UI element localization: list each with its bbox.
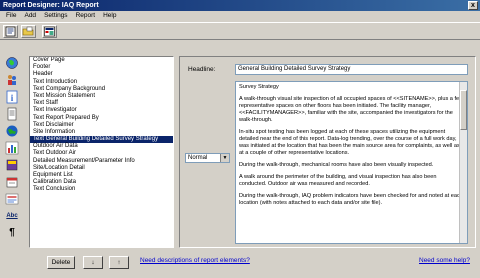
- list-item[interactable]: Outdoor Air Data: [30, 143, 173, 150]
- style-select[interactable]: Normal ▼: [185, 153, 230, 163]
- help-link[interactable]: Need some help?: [419, 257, 470, 264]
- body-paragraph: A walk-through visual site inspection of…: [239, 96, 464, 123]
- list-item[interactable]: Text Outdoor Air: [30, 150, 173, 157]
- list-item[interactable]: Header: [30, 71, 173, 78]
- globe-icon[interactable]: [4, 55, 20, 70]
- headline-label: Headline:: [188, 66, 216, 73]
- element-details-panel: Headline: General Building Detailed Surv…: [179, 56, 476, 248]
- element-type-icons: i Abc ¶: [4, 55, 20, 242]
- body-paragraph: A walk around the perimeter of the build…: [239, 174, 437, 187]
- report-icon[interactable]: [3, 25, 18, 38]
- delete-button[interactable]: Delete: [47, 256, 75, 269]
- element-body-content: Survey Strategy A walk-through visual sit…: [239, 84, 464, 207]
- list-item[interactable]: Text Mission Statement: [30, 93, 173, 100]
- list-item[interactable]: Text Investigator: [30, 107, 173, 114]
- spelling-icon[interactable]: Abc: [4, 208, 20, 223]
- document-icon[interactable]: [4, 106, 20, 121]
- list-item[interactable]: Text Conclusion: [30, 186, 173, 193]
- element-body-textarea[interactable]: Survey Strategy A walk-through visual sit…: [235, 81, 468, 244]
- list-item[interactable]: Text General Building Detailed Survey St…: [30, 136, 173, 144]
- menu-report[interactable]: Report: [72, 11, 100, 21]
- body-paragraph: Survey Strategy: [239, 84, 279, 90]
- element-descriptions-link[interactable]: Need descriptions of report elements?: [140, 257, 250, 264]
- list-item[interactable]: Text Company Background: [30, 86, 173, 93]
- menu-help[interactable]: Help: [99, 11, 120, 21]
- list-item[interactable]: Cover Page: [30, 57, 173, 64]
- list-item[interactable]: Site Information: [30, 129, 173, 136]
- body-paragraph: During the walk-through, IAQ problem ind…: [239, 193, 463, 206]
- list-item[interactable]: Detailed Measurement/Parameter Info: [30, 158, 173, 165]
- title-bar: Report Designer: IAQ Report x: [0, 0, 480, 11]
- list-item[interactable]: Text Report Prepared By: [30, 115, 173, 122]
- list-item[interactable]: Site/Location Detail: [30, 165, 173, 172]
- menu-add[interactable]: Add: [20, 11, 40, 21]
- report-elements-list[interactable]: Cover Page Footer Header Text Introduction T…: [29, 56, 174, 248]
- body-paragraph: In-situ spot testing has been logged at …: [239, 129, 460, 156]
- chart-icon[interactable]: [4, 140, 20, 155]
- list-item[interactable]: Text Staff: [30, 100, 173, 107]
- move-down-button[interactable]: ↓: [83, 256, 103, 269]
- menu-file[interactable]: File: [2, 11, 20, 21]
- people-icon[interactable]: [4, 72, 20, 87]
- menu-settings[interactable]: Settings: [40, 11, 72, 21]
- preview-icon[interactable]: [42, 25, 57, 38]
- spelling-icon-label: Abc: [6, 212, 18, 219]
- report-designer-window: Report Designer: IAQ Report x File Add S…: [0, 0, 480, 278]
- open-folder-icon[interactable]: [21, 25, 36, 38]
- book-icon[interactable]: [4, 157, 20, 172]
- list-item[interactable]: Equipment List: [30, 172, 173, 179]
- scrollbar-thumb[interactable]: [460, 90, 467, 130]
- toolbar: [0, 22, 480, 40]
- style-select-value: Normal: [188, 155, 208, 161]
- list-item[interactable]: Footer: [30, 64, 173, 71]
- body-paragraph: During the walk-through, mechanical room…: [239, 162, 434, 168]
- menu-bar: File Add Settings Report Help: [0, 11, 480, 21]
- paragraph-icon[interactable]: ¶: [4, 225, 20, 240]
- info-icon[interactable]: i: [4, 89, 20, 104]
- heading-icon[interactable]: [4, 191, 20, 206]
- world-icon[interactable]: [4, 123, 20, 138]
- window-title: Report Designer: IAQ Report: [3, 2, 99, 9]
- headline-input[interactable]: General Building Detailed Survey Strateg…: [235, 64, 468, 75]
- list-item[interactable]: Text Disclaimer: [30, 122, 173, 129]
- close-button[interactable]: x: [468, 1, 478, 10]
- vertical-scrollbar[interactable]: [459, 82, 467, 243]
- paragraph-icon-label: ¶: [9, 227, 15, 238]
- chevron-down-icon[interactable]: ▼: [220, 154, 229, 162]
- bottom-bar: Delete ↓ ↑ Need descriptions of report e…: [0, 252, 480, 278]
- calendar-icon[interactable]: [4, 174, 20, 189]
- list-item[interactable]: Calibration Data: [30, 179, 173, 186]
- move-up-button[interactable]: ↑: [109, 256, 129, 269]
- list-item[interactable]: Text Introduction: [30, 79, 173, 86]
